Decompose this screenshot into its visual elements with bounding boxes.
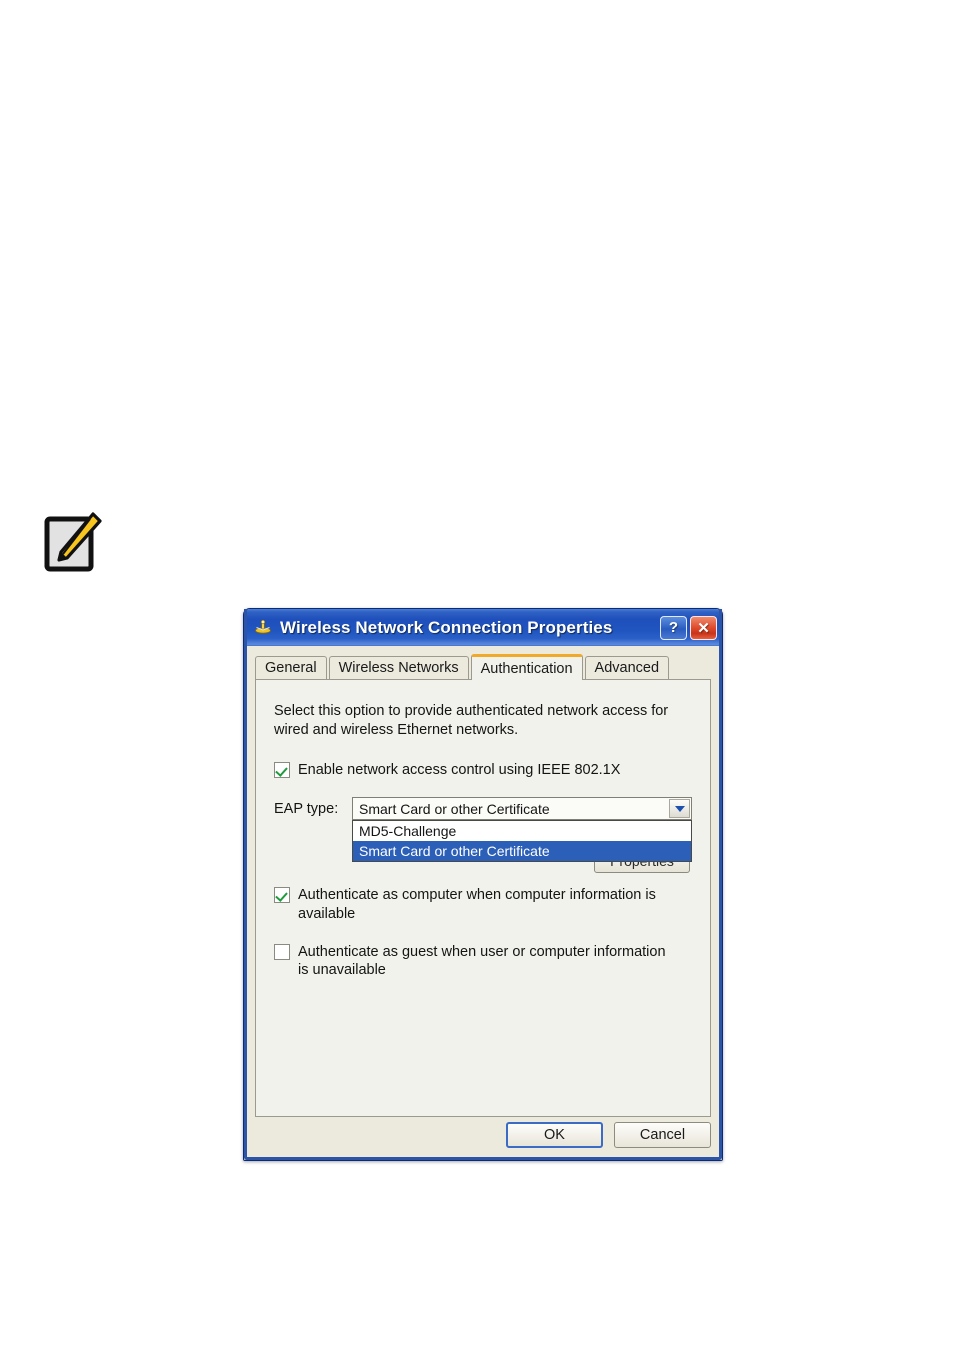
panel-description: Select this option to provide authentica… <box>274 703 669 738</box>
tab-strip: General Wireless Networks Authentication… <box>255 654 711 680</box>
close-icon[interactable]: ✕ <box>690 615 717 640</box>
eap-type-combobox[interactable]: Smart Card or other Certificate <box>352 797 692 821</box>
cancel-button[interactable]: Cancel <box>614 1122 711 1148</box>
dialog-titlebar: Wireless Network Connection Properties ?… <box>244 609 722 646</box>
help-button[interactable]: ? <box>660 615 687 640</box>
authentication-tab-panel: Select this option to provide authentica… <box>255 679 711 1117</box>
note-pencil-icon <box>44 512 102 574</box>
enable-network-access-control-checkbox[interactable] <box>274 762 290 779</box>
enable-network-access-control-row[interactable]: Enable network access control using IEEE… <box>274 761 692 779</box>
tab-authentication[interactable]: Authentication <box>470 654 583 680</box>
authenticate-as-guest-row[interactable]: Authenticate as guest when user or compu… <box>274 943 692 980</box>
eap-type-value: Smart Card or other Certificate <box>359 800 550 817</box>
authenticate-as-computer-row[interactable]: Authenticate as computer when computer i… <box>274 886 692 923</box>
tab-wireless-networks[interactable]: Wireless Networks <box>328 656 469 679</box>
authenticate-as-computer-label: Authenticate as computer when computer i… <box>298 887 656 922</box>
titlebar-buttons: ? ✕ <box>660 615 717 640</box>
eap-type-dropdown-list[interactable]: MD5-Challenge Smart Card or other Certif… <box>352 820 692 863</box>
eap-type-label: EAP type: <box>274 800 339 817</box>
chevron-down-icon[interactable] <box>669 799 690 819</box>
ok-button[interactable]: OK <box>506 1122 603 1148</box>
network-adapter-icon <box>253 618 273 638</box>
eap-option-smart-card-or-other-certificate[interactable]: Smart Card or other Certificate <box>353 841 691 862</box>
eap-type-row: EAP type: Smart Card or other Certificat… <box>274 797 692 863</box>
enable-network-access-control-label: Enable network access control using IEEE… <box>298 762 621 779</box>
dialog-title: Wireless Network Connection Properties <box>280 617 613 637</box>
authenticate-as-guest-label: Authenticate as guest when user or compu… <box>298 943 666 979</box>
wireless-network-connection-properties-dialog: Wireless Network Connection Properties ?… <box>243 608 723 1161</box>
tab-advanced[interactable]: Advanced <box>584 656 670 679</box>
tab-general[interactable]: General <box>255 656 327 679</box>
eap-option-md5-challenge[interactable]: MD5-Challenge <box>353 821 691 841</box>
authenticate-as-guest-checkbox[interactable] <box>274 943 290 960</box>
dialog-footer: OK Cancel <box>255 1120 711 1150</box>
authenticate-as-computer-checkbox[interactable] <box>274 887 290 904</box>
